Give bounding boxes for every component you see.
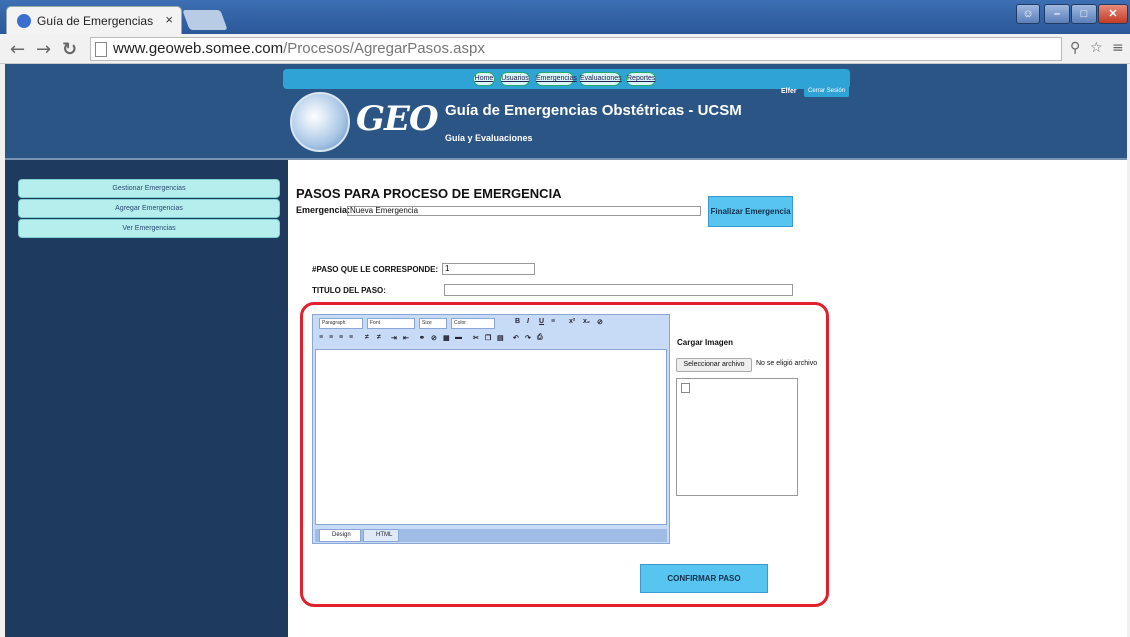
nav-usuarios[interactable]: Usuarios [500,72,530,86]
color-select[interactable]: Color [451,318,495,329]
strike-icon[interactable]: ≡ [551,318,555,325]
ordered-list-icon[interactable]: ≠ [365,334,369,341]
user-profile-icon[interactable]: ☺ [1016,4,1040,24]
editor-toolbar-format: Paragraph Font Size Color B I U ≡ x² x₂ … [315,317,615,331]
subscript-icon[interactable]: x₂ [583,318,590,325]
sidebar-item-ver[interactable]: Ver Emergencias [18,219,280,238]
editor-toolbar-layout: ≡ ≡ ≡ ≡ ≠ ≠ ⇥ ⇤ ⚭ ⊘ ▦ ▬ ✂ ❐ ▤ ↶ ↷ ⎙ [315,333,615,347]
print-icon[interactable]: ⎙ [537,334,543,342]
paso-input[interactable]: 1 [442,263,535,275]
indent-icon[interactable]: ⇥ [391,334,397,342]
paso-label: #PASO QUE LE CORRESPONDE: [312,265,439,274]
username: Elfer [781,88,797,95]
url-path: /Procesos/AgregarPasos.aspx [283,40,485,57]
confirmar-paso-button[interactable]: CONFIRMAR PASO [640,564,768,593]
editor-text-area[interactable] [315,349,667,525]
page-icon [95,42,107,57]
page-title: PASOS PARA PROCESO DE EMERGENCIA [296,186,562,201]
top-nav: Home Usuarios Emergencias Evaluaciones R… [283,69,850,89]
unlink-icon[interactable]: ⊘ [431,334,437,342]
emergencia-label: Emergencia: [296,205,351,215]
forward-icon[interactable]: → [36,39,51,60]
maximize-icon[interactable]: □ [1071,4,1097,24]
site-logo-image [290,92,350,152]
italic-icon[interactable]: I [527,318,529,325]
logout-button[interactable]: Cerrar Sesión [804,86,850,97]
broken-image-icon [681,383,690,393]
bullet-list-icon[interactable]: ≠ [377,334,381,341]
justify-icon[interactable]: ≡ [349,334,353,341]
align-left-icon[interactable]: ≡ [319,334,323,341]
titulo-input[interactable] [444,284,793,296]
address-bar[interactable]: www.geoweb.somee.com/Procesos/AgregarPas… [90,37,1062,61]
site-subtitle: Guía y Evaluaciones [445,133,533,143]
back-icon[interactable]: ← [10,39,25,60]
nav-evaluaciones[interactable]: Evaluaciones [579,72,622,86]
align-right-icon[interactable]: ≡ [339,334,343,341]
site-title: Guía de Emergencias Obstétricas - UCSM [445,102,742,119]
bold-icon[interactable]: B [515,318,520,325]
menu-icon[interactable]: ≡ [1112,40,1124,56]
close-window-icon[interactable]: ✕ [1098,4,1128,24]
eraser-icon[interactable]: ⊘ [597,318,603,326]
image-preview [676,378,798,496]
underline-icon[interactable]: U [539,318,544,325]
paste-icon[interactable]: ▤ [497,334,504,342]
outdent-icon[interactable]: ⇤ [403,334,409,342]
hr-icon[interactable]: ▬ [455,334,462,341]
bookmark-star-icon[interactable]: ☆ [1090,40,1103,56]
redo-icon[interactable]: ↷ [525,334,531,342]
link-icon[interactable]: ⚭ [419,334,425,342]
size-select[interactable]: Size [419,318,447,329]
paragraph-select[interactable]: Paragraph [319,318,363,329]
tab-design[interactable]: Design [319,529,361,542]
cargar-imagen-label: Cargar Imagen [677,338,734,347]
titulo-label: TITULO DEL PASO: [312,286,386,295]
sidebar-item-agregar[interactable]: Agregar Emergencias [18,199,280,218]
nav-home[interactable]: Home [473,72,495,86]
emergencia-field[interactable]: Nueva Emergencia [347,206,701,216]
no-file-text: No se eligió archivo [756,360,818,367]
editor-mode-bar: Design HTML [315,529,667,542]
browser-toolbar: ← → ↻ www.geoweb.somee.com/Procesos/Agre… [0,34,1130,64]
table-icon[interactable]: ▦ [443,334,450,342]
url-text: www.geoweb.somee.com/Procesos/AgregarPas… [113,40,485,57]
undo-icon[interactable]: ↶ [513,334,519,342]
nav-reportes[interactable]: Reportes [626,72,656,86]
tab-title: Guía de Emergencias Obst [37,14,157,28]
rich-text-editor: Paragraph Font Size Color B I U ≡ x² x₂ … [312,314,670,544]
web-page: Home Usuarios Emergencias Evaluaciones R… [0,64,1130,637]
browser-title-bar: Guía de Emergencias Obst × ☺ – □ ✕ [0,0,1130,34]
logo-text: GEO [356,99,439,139]
new-tab-button[interactable] [182,10,228,30]
cut-icon[interactable]: ✂ [473,334,479,342]
main-content: PASOS PARA PROCESO DE EMERGENCIA Emergen… [288,160,1127,637]
tab-close-icon[interactable]: × [165,12,173,27]
reload-icon[interactable]: ↻ [62,39,77,60]
finalizar-emergencia-button[interactable]: Finalizar Emergencia [708,196,793,227]
url-host: www.geoweb.somee.com [113,40,284,57]
select-file-button[interactable]: Seleccionar archivo [676,358,752,372]
site-favicon-icon [17,14,31,28]
copy-icon[interactable]: ❐ [485,334,491,342]
superscript-icon[interactable]: x² [569,318,575,325]
align-center-icon[interactable]: ≡ [329,334,333,341]
minimize-icon[interactable]: – [1044,4,1070,24]
nav-emergencias[interactable]: Emergencias [535,72,577,86]
tab-html[interactable]: HTML [363,529,399,542]
browser-tab[interactable]: Guía de Emergencias Obst × [6,6,182,34]
sidebar-item-gestionar[interactable]: Gestionar Emergencias [18,179,280,198]
zoom-icon[interactable]: ⚲ [1070,40,1080,56]
font-select[interactable]: Font [367,318,415,329]
